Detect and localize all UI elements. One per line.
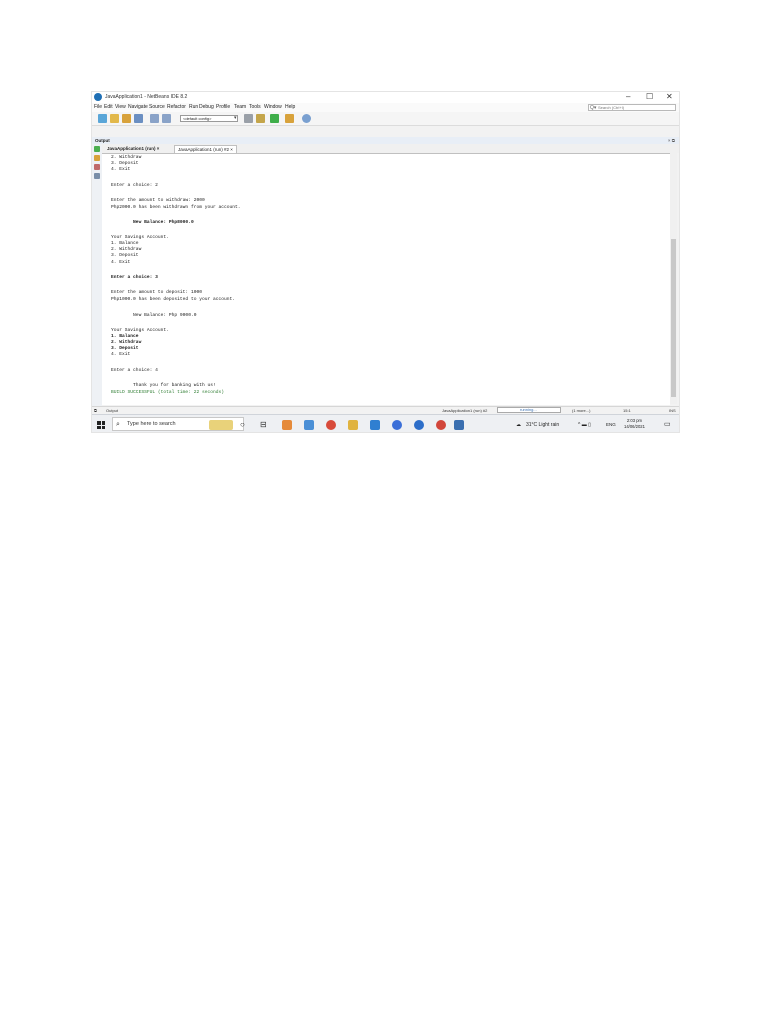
- task-view-icon[interactable]: ⊟: [260, 420, 270, 430]
- weather-text[interactable]: 31°C Light rain: [526, 415, 559, 432]
- tab-run-2[interactable]: JavaApplication1 (run) #2 ×: [174, 145, 237, 153]
- console-scrollbar[interactable]: [670, 153, 677, 404]
- window-title: JavaApplication1 - NetBeans IDE 8.2: [105, 94, 188, 100]
- search-highlight-icon[interactable]: [209, 420, 233, 430]
- console-line: 4. Exit: [111, 167, 131, 172]
- console-line: 3. Deposit: [111, 253, 139, 258]
- console-line: Your Savings Account.: [111, 328, 169, 333]
- debug-icon[interactable]: [285, 114, 294, 123]
- console-line: Php1000.0 has been deposited to your acc…: [111, 297, 236, 302]
- netbeans-taskbar-icon[interactable]: [454, 420, 464, 430]
- notification-icon[interactable]: ▭: [664, 415, 671, 432]
- search-placeholder: Search (Ctrl+I): [598, 105, 625, 110]
- output-side-toolbar: [92, 144, 102, 406]
- console-line: 4. Exit: [111, 352, 131, 357]
- netbeans-logo-icon: [94, 93, 102, 101]
- title-bar: JavaApplication1 - NetBeans IDE 8.2 – ☐ …: [92, 92, 679, 103]
- app-icon[interactable]: [304, 420, 314, 430]
- console-line: 1. Balance: [111, 334, 139, 339]
- console-line: 3. Deposit: [111, 161, 139, 166]
- menu-debug[interactable]: Debug: [199, 104, 214, 111]
- console-line: Enter a choice: 2: [111, 183, 158, 188]
- weather-icon[interactable]: ☁: [516, 415, 521, 432]
- tray-icons[interactable]: ^ ▬ ▯: [578, 415, 591, 432]
- vscode-icon[interactable]: [370, 420, 380, 430]
- run-icon[interactable]: [270, 114, 279, 123]
- rerun-options-icon[interactable]: [94, 155, 100, 161]
- menu-edit[interactable]: Edit: [104, 104, 113, 111]
- console-line: 2. Withdraw: [111, 155, 142, 160]
- menu-help[interactable]: Help: [285, 104, 295, 111]
- console-line: New Balance: Php8000.0: [111, 220, 194, 225]
- stop-icon[interactable]: [94, 164, 100, 170]
- save-all-icon[interactable]: [134, 114, 143, 123]
- profile-icon[interactable]: [302, 114, 311, 123]
- windows-taskbar: ⌕ Type here to search ○ ⊟ ☁ 31°C Light r…: [92, 414, 679, 432]
- console-line: Enter a choice: 4: [111, 368, 158, 373]
- console-line: 1. Balance: [111, 241, 139, 246]
- opera-icon[interactable]: [326, 420, 336, 430]
- menu-navigate[interactable]: Navigate: [128, 104, 148, 111]
- taskbar-search-placeholder: Type here to search: [127, 421, 176, 427]
- clean-build-icon[interactable]: [256, 114, 265, 123]
- office-app-icon[interactable]: [282, 420, 292, 430]
- console-line: New Balance: Php 9000.0: [111, 313, 197, 318]
- menu-view[interactable]: View: [115, 104, 126, 111]
- config-select[interactable]: <default config>: [180, 115, 238, 122]
- chrome-icon[interactable]: [436, 420, 446, 430]
- undo-icon[interactable]: [150, 114, 159, 123]
- app-icon[interactable]: [414, 420, 424, 430]
- clock[interactable]: 2:03 pm 14/06/2021: [624, 418, 645, 430]
- search-icon: ⌕: [116, 421, 120, 428]
- zoom-icon[interactable]: [392, 420, 402, 430]
- console-line: 4. Exit: [111, 260, 131, 265]
- menu-window[interactable]: Window: [264, 104, 282, 111]
- menu-profile[interactable]: Profile: [216, 104, 230, 111]
- menu-tools[interactable]: Tools: [249, 104, 261, 111]
- new-project-icon[interactable]: [110, 114, 119, 123]
- console-line: Thank you for banking with us!: [111, 383, 216, 388]
- maximize-button[interactable]: ☐: [646, 92, 653, 102]
- output-title: Output: [95, 138, 110, 143]
- redo-icon[interactable]: [162, 114, 171, 123]
- menu-file[interactable]: File: [94, 104, 102, 111]
- console-line: 2. Withdraw: [111, 340, 142, 345]
- rerun-icon[interactable]: [94, 146, 100, 152]
- console-line: Enter the amount to withdraw: 2000: [111, 198, 205, 203]
- language-indicator[interactable]: ENG: [606, 415, 616, 432]
- search-input[interactable]: Q▾ Search (Ctrl+I): [588, 104, 676, 111]
- new-file-icon[interactable]: [98, 114, 107, 123]
- menu-team[interactable]: Team: [234, 104, 246, 111]
- console-output[interactable]: 2. Withdraw 3. Deposit 4. Exit Enter a c…: [102, 153, 670, 405]
- progress-label: running...: [520, 407, 537, 412]
- progress-bar: running...: [497, 407, 561, 413]
- search-icon: Q▾: [590, 105, 597, 111]
- tab-run-1[interactable]: JavaApplication1 (run) ×: [104, 145, 162, 153]
- close-button[interactable]: ✕: [666, 92, 673, 102]
- open-project-icon[interactable]: [122, 114, 131, 123]
- windows-start-icon[interactable]: [97, 421, 105, 429]
- console-line: 2. Withdraw: [111, 247, 142, 252]
- menu-refactor[interactable]: Refactor: [167, 104, 186, 111]
- panel-controls[interactable]: × ⧉: [668, 137, 675, 144]
- console-line: Enter a choice: 3: [111, 275, 158, 280]
- build-status-line: BUILD SUCCESSFUL (total time: 22 seconds…: [111, 390, 225, 395]
- console-line: Php2000.0 has been withdrawn from your a…: [111, 205, 241, 210]
- file-explorer-icon[interactable]: [348, 420, 358, 430]
- screenshot-frame: JavaApplication1 - NetBeans IDE 8.2 – ☐ …: [91, 91, 680, 433]
- minimize-button[interactable]: –: [626, 92, 630, 102]
- console-line: Enter the amount to deposit: 1000: [111, 290, 202, 295]
- chevron-down-icon[interactable]: ▾: [234, 116, 237, 121]
- clock-date: 14/06/2021: [624, 424, 645, 429]
- console-line: 3. Deposit: [111, 346, 139, 351]
- settings-icon[interactable]: [94, 173, 100, 179]
- menu-source[interactable]: Source: [149, 104, 165, 111]
- menu-run[interactable]: Run: [189, 104, 198, 111]
- cortana-icon[interactable]: ○: [240, 420, 250, 430]
- build-icon[interactable]: [244, 114, 253, 123]
- scrollbar-thumb[interactable]: [671, 239, 676, 397]
- console-line: Your Savings Account.: [111, 235, 169, 240]
- output-tabs: JavaApplication1 (run) × JavaApplication…: [102, 144, 679, 153]
